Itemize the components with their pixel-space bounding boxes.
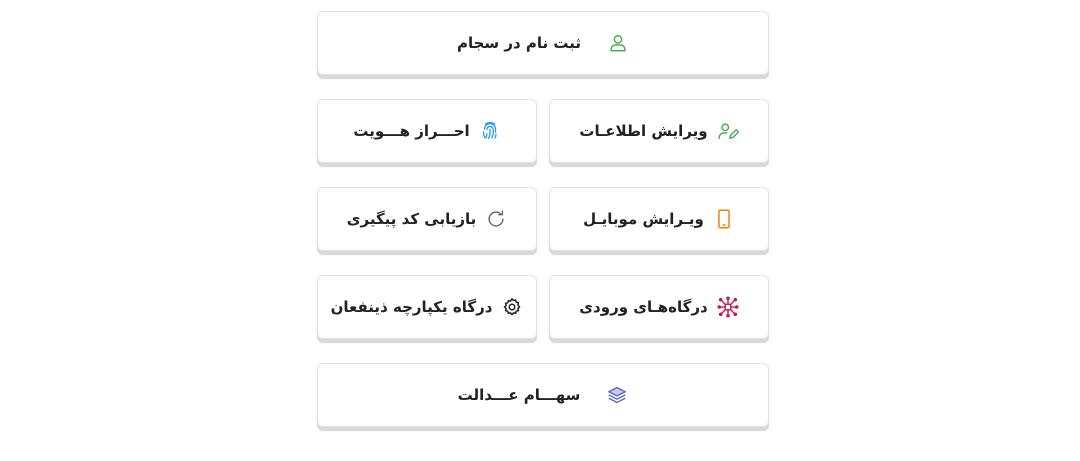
- fingerprint-icon: [479, 120, 501, 142]
- gear-icon: [501, 296, 523, 318]
- network-icon: [717, 296, 739, 318]
- login-gateways-label: درگاه‌هـای ورودی: [579, 298, 708, 316]
- register-sejam-label: ثبت نام در سجام: [456, 34, 582, 52]
- identity-verification-label: احـــراز هـــویت: [353, 122, 470, 140]
- edit-mobile-label: ویـرایش موبایـل: [583, 210, 704, 228]
- edit-info-button[interactable]: ویرایش اطلاعـات: [549, 99, 769, 163]
- mobile-icon: [713, 208, 735, 230]
- justice-shares-label: سهـــام عـــدالت: [457, 386, 581, 404]
- edit-info-label: ویرایش اطلاعـات: [579, 122, 708, 140]
- user-icon: [607, 32, 629, 54]
- login-gateways-button[interactable]: درگاه‌هـای ورودی: [549, 275, 769, 339]
- justice-shares-button[interactable]: سهـــام عـــدالت: [317, 363, 769, 427]
- identity-verification-button[interactable]: احـــراز هـــویت: [317, 99, 537, 163]
- refresh-icon: [485, 208, 507, 230]
- edit-user-icon: [717, 120, 739, 142]
- services-menu: ثبت نام در سجام ویرایش اطلاعـات احـــراز…: [317, 11, 769, 427]
- register-sejam-button[interactable]: ثبت نام در سجام: [317, 11, 769, 75]
- layers-icon: [606, 384, 628, 406]
- recover-tracking-code-label: بازیابی کد پیگیری: [346, 210, 477, 228]
- integrated-gateway-label: درگاه یکپارچه ذینفعان: [330, 298, 493, 316]
- integrated-gateway-button[interactable]: درگاه یکپارچه ذینفعان: [317, 275, 537, 339]
- edit-mobile-button[interactable]: ویـرایش موبایـل: [549, 187, 769, 251]
- recover-tracking-code-button[interactable]: بازیابی کد پیگیری: [317, 187, 537, 251]
